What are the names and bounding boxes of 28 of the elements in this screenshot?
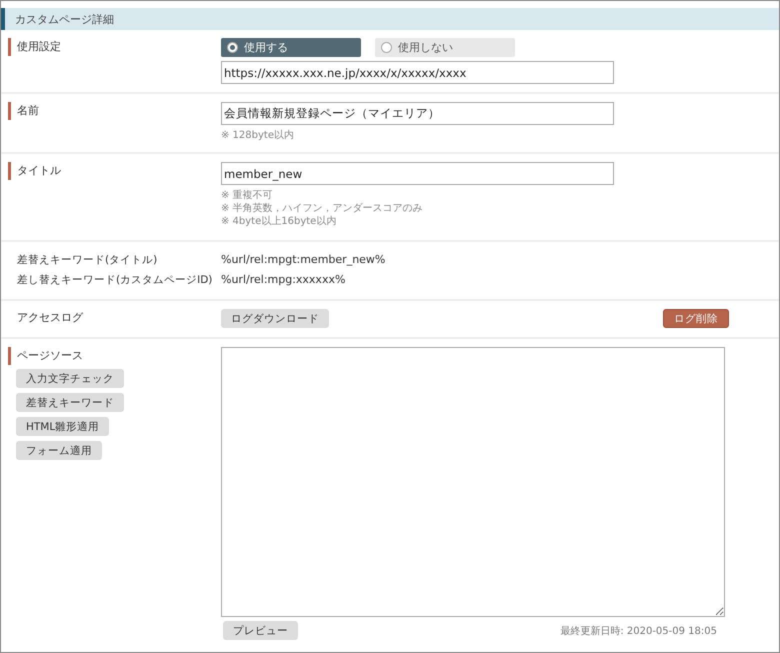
tool-button[interactable]: フォーム適用 [16,441,102,460]
delete-button[interactable]: ログ削除 [663,309,729,328]
title-field[interactable]: member_new [221,162,614,185]
field-label: タイトル [8,162,61,180]
name-field[interactable]: 会員情報新規登録ページ（マイエリア） [221,102,614,125]
hint-text: ※ 4byte以上16byte以内 [221,215,338,228]
radio-option[interactable]: 使用しない [375,38,515,57]
panel-title: カスタムページ詳細 [1,8,779,30]
field-label: 使用設定 [8,38,61,56]
radio-option[interactable]: 使用する [221,38,361,57]
keyword-value: %url/rel:mpg:xxxxxx% [221,272,346,288]
last-updated-text: 最終更新日時: 2020-05-09 18:05 [560,624,717,638]
field-label: ページソース [8,347,83,365]
tool-button[interactable]: 入力文字チェック [16,369,124,388]
hint-text: ※ 半角英数，ハイフン，アンダースコアのみ [221,202,424,215]
hint-text: ※ 重複不可 [221,189,274,202]
field-label: アクセスログ [16,310,83,326]
field-label: 名前 [8,102,39,120]
download-button[interactable]: ログダウンロード [221,309,329,328]
keyword-value: %url/rel:mpgt:member_new% [221,252,386,268]
tool-button[interactable]: 差替えキーワード [16,393,124,412]
tool-button[interactable]: HTML雛形適用 [16,417,110,436]
keyword-label: 差し替えキーワード(カスタムページID) [16,273,212,288]
url-field[interactable]: https://xxxxx.xxx.ne.jp/xxxx/x/xxxxx/xxxx [221,61,614,84]
source-editor[interactable] [221,347,725,617]
keyword-label: 差替えキーワード(タイトル) [16,253,158,268]
hint-text: ※ 128byte以内 [221,129,295,142]
preview-button[interactable]: プレビュー [223,621,298,640]
